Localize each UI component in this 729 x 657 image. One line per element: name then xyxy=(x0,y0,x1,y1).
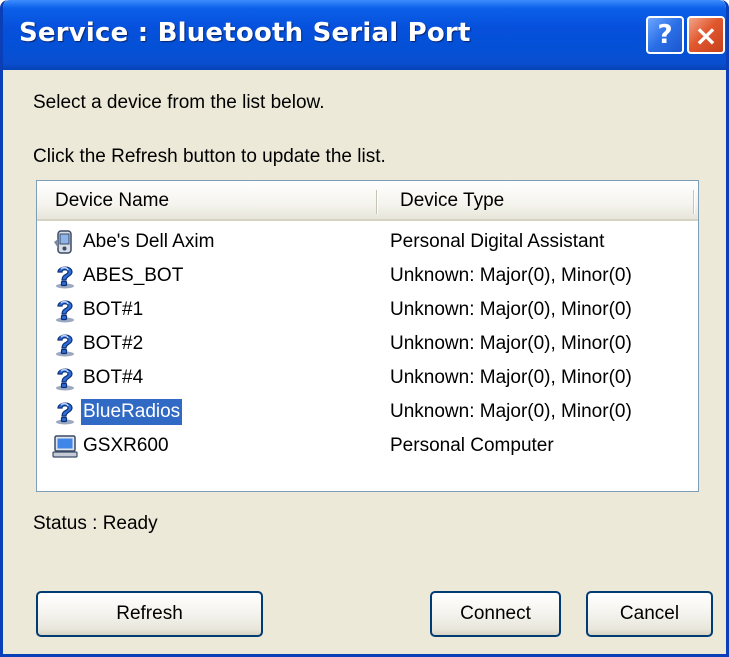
device-name-cell[interactable]: BlueRadios xyxy=(51,395,183,429)
device-name-cell[interactable]: ABES_BOT xyxy=(51,259,185,293)
instruction-refresh: Click the Refresh button to update the l… xyxy=(33,146,386,167)
connect-button[interactable]: Connect xyxy=(430,591,561,637)
computer-icon xyxy=(51,432,79,460)
device-row[interactable]: BOT#2 Unknown: Major(0), Minor(0) xyxy=(37,327,698,361)
device-list[interactable]: Device Name Device Type Abe's Dell Axim P… xyxy=(36,180,699,492)
device-name-cell[interactable]: BOT#2 xyxy=(51,327,145,361)
device-row[interactable]: BOT#1 Unknown: Major(0), Minor(0) xyxy=(37,293,698,327)
device-name-cell[interactable]: BOT#4 xyxy=(51,361,145,395)
device-name: BOT#2 xyxy=(83,333,144,354)
device-type: Unknown: Major(0), Minor(0) xyxy=(390,401,632,422)
dialog-window: Service : Bluetooth Serial Port ? × Sele… xyxy=(0,0,729,657)
device-name: BOT#1 xyxy=(83,299,144,320)
device-row[interactable]: BlueRadios Unknown: Major(0), Minor(0) xyxy=(37,395,698,429)
unknown-device-icon xyxy=(51,398,79,426)
close-button[interactable]: × xyxy=(687,16,725,54)
help-button[interactable]: ? xyxy=(646,16,684,54)
device-type: Unknown: Major(0), Minor(0) xyxy=(390,333,632,354)
column-divider[interactable] xyxy=(693,190,695,214)
device-type: Unknown: Major(0), Minor(0) xyxy=(390,367,632,388)
unknown-device-icon xyxy=(51,262,79,290)
device-name-cell[interactable]: GSXR600 xyxy=(51,429,171,463)
device-name-cell[interactable]: Abe's Dell Axim xyxy=(51,225,216,259)
device-name-cell[interactable]: BOT#1 xyxy=(51,293,145,327)
device-name: GSXR600 xyxy=(83,435,169,456)
window-title: Service : Bluetooth Serial Port xyxy=(19,18,471,48)
close-icon: × xyxy=(694,18,718,52)
instruction-select-device: Select a device from the list below. xyxy=(33,92,325,113)
device-row[interactable]: Abe's Dell Axim Personal Digital Assistan… xyxy=(37,225,698,259)
help-icon: ? xyxy=(657,20,673,50)
device-list-header: Device Name Device Type xyxy=(37,181,698,221)
device-name: BlueRadios xyxy=(81,399,183,425)
refresh-button[interactable]: Refresh xyxy=(36,591,263,637)
column-header-device-name[interactable]: Device Name xyxy=(55,181,169,221)
cancel-button[interactable]: Cancel xyxy=(586,591,713,637)
device-row[interactable]: BOT#4 Unknown: Major(0), Minor(0) xyxy=(37,361,698,395)
device-row[interactable]: ABES_BOT Unknown: Major(0), Minor(0) xyxy=(37,259,698,293)
status-text: Status : Ready xyxy=(33,513,158,534)
device-name: Abe's Dell Axim xyxy=(83,231,215,252)
column-divider[interactable] xyxy=(376,190,378,214)
unknown-device-icon xyxy=(51,296,79,324)
title-bar[interactable]: Service : Bluetooth Serial Port ? × xyxy=(3,0,726,70)
device-type: Unknown: Major(0), Minor(0) xyxy=(390,299,632,320)
device-type: Unknown: Major(0), Minor(0) xyxy=(390,265,632,286)
unknown-device-icon xyxy=(51,364,79,392)
device-name: BOT#4 xyxy=(83,367,144,388)
pda-icon xyxy=(51,228,79,256)
column-header-device-type[interactable]: Device Type xyxy=(400,181,504,221)
unknown-device-icon xyxy=(51,330,79,358)
device-row[interactable]: GSXR600 Personal Computer xyxy=(37,429,698,463)
device-type: Personal Digital Assistant xyxy=(390,231,605,252)
device-name: ABES_BOT xyxy=(83,265,184,286)
device-type: Personal Computer xyxy=(390,435,554,456)
